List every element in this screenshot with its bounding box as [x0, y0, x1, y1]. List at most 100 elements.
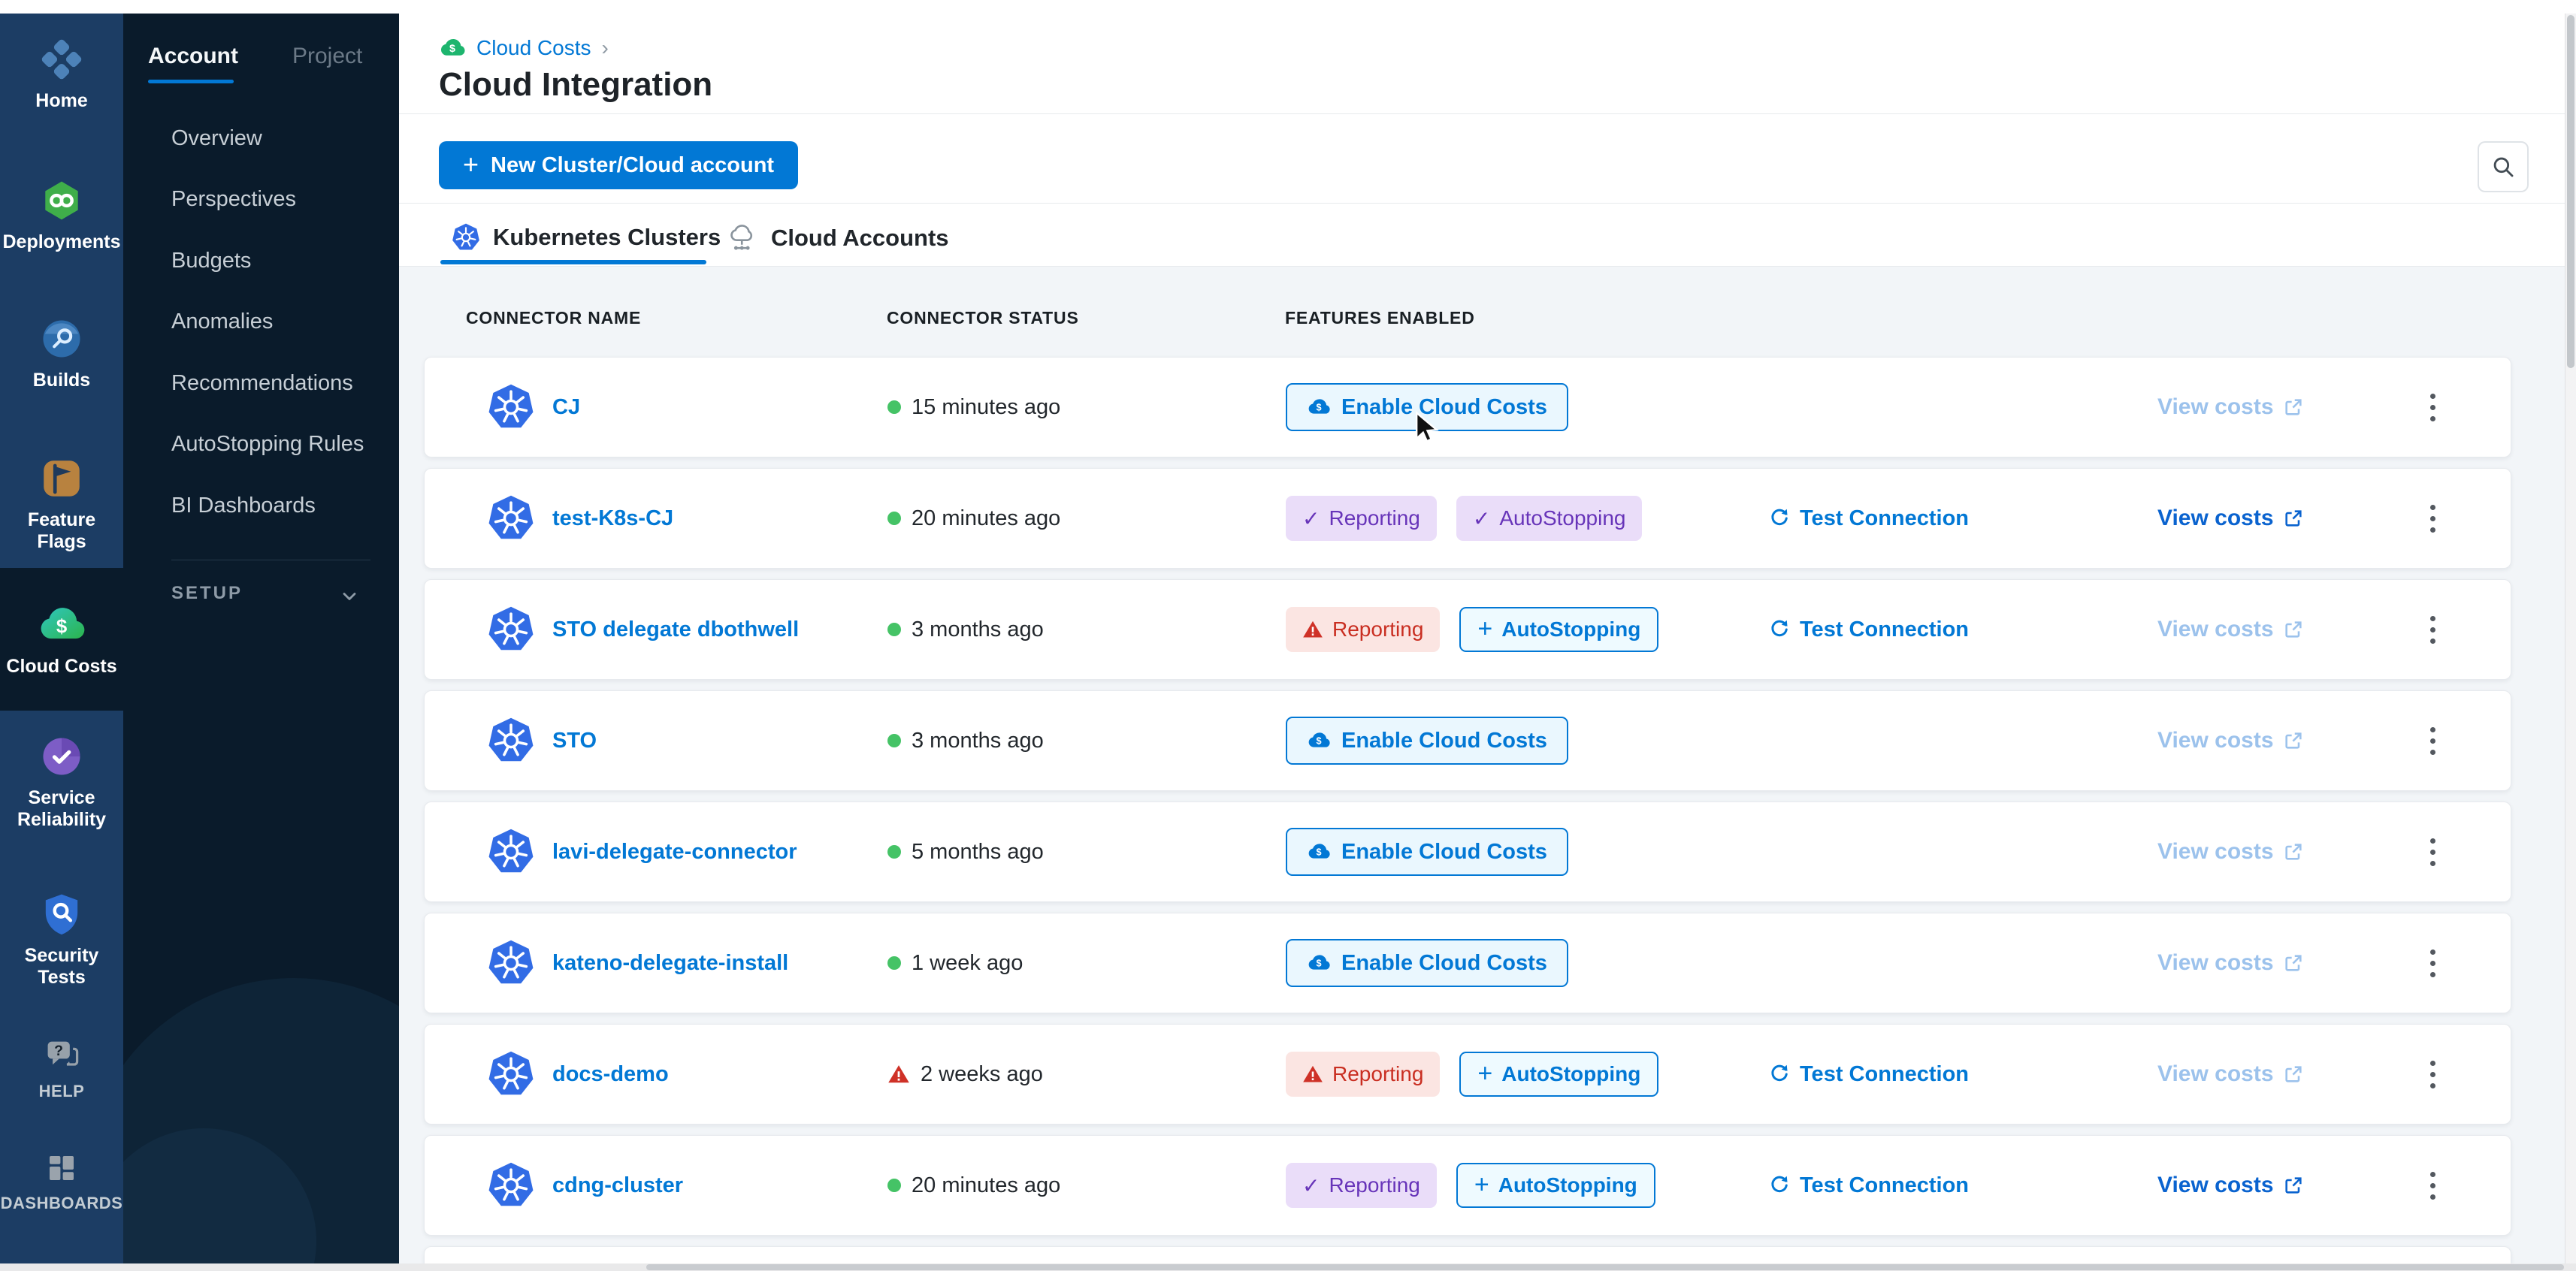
rail-item-deployments[interactable]: Deployments [0, 177, 123, 253]
chevron-down-icon[interactable] [339, 586, 360, 607]
new-cluster-cloud-account-button[interactable]: + New Cluster/Cloud account [439, 141, 798, 189]
test-connection-link[interactable]: Test Connection [1768, 469, 1969, 568]
horizontal-scrollbar-thumb[interactable] [646, 1264, 2564, 1270]
external-link-icon [2283, 619, 2304, 640]
cloud-dollar-icon [1307, 951, 1331, 975]
row-menu-kebab[interactable] [2417, 913, 2448, 1013]
sidebar-item-overview[interactable]: Overview [171, 126, 262, 151]
connector-name-link[interactable]: CJ [552, 358, 580, 457]
status-ok-dot [887, 845, 901, 859]
enable-cloud-costs-button[interactable]: Enable Cloud Costs [1286, 717, 1568, 765]
external-link-icon [2283, 841, 2304, 862]
view-costs-label: View costs [2157, 728, 2274, 753]
add-autostopping-button[interactable]: +AutoStopping [1459, 607, 1658, 652]
rail-item-cloud-costs[interactable]: $ Cloud Costs [0, 568, 123, 711]
search-button[interactable] [2478, 141, 2529, 192]
enable-cloud-costs-button[interactable]: Enable Cloud Costs [1286, 383, 1568, 431]
refresh-icon [1768, 618, 1791, 641]
status-text: 15 minutes ago [912, 395, 1060, 420]
status-ok-dot [887, 512, 901, 525]
cloud-costs-icon: $ [38, 602, 85, 648]
sidebar-item-budgets[interactable]: Budgets [171, 249, 251, 273]
view-costs-link[interactable]: View costs [2157, 913, 2304, 1013]
view-costs-label: View costs [2157, 617, 2274, 642]
view-costs-label: View costs [2157, 839, 2274, 865]
connector-name-link[interactable]: docs-demo [552, 1025, 669, 1124]
features-enabled-cell: Enable Cloud Costs [1286, 802, 1568, 901]
rail-item-feature-flags[interactable]: Feature Flags [0, 455, 123, 553]
rail-item-security-tests[interactable]: Security Tests [0, 891, 123, 989]
test-connection-link[interactable]: Test Connection [1768, 580, 1969, 679]
features-enabled-cell: Enable Cloud Costs [1286, 358, 1568, 457]
warning-icon [1302, 619, 1323, 640]
vertical-scrollbar-thumb[interactable] [2567, 15, 2574, 368]
rail-item-help[interactable]: ? HELP [0, 1035, 123, 1100]
service-reliability-icon [38, 733, 85, 780]
tab-kubernetes-clusters[interactable]: Kubernetes Clusters [451, 222, 721, 252]
test-connection-label: Test Connection [1800, 617, 1969, 642]
kubernetes-icon [486, 802, 536, 901]
view-costs-label: View costs [2157, 1173, 2274, 1198]
connector-name-link[interactable]: test-K8s-CJ [552, 469, 673, 568]
enable-cloud-costs-button[interactable]: Enable Cloud Costs [1286, 828, 1568, 876]
rail-item-dashboards[interactable]: DASHBOARDS [0, 1150, 123, 1212]
vertical-scrollbar[interactable] [2565, 14, 2576, 1263]
help-icon: ? [42, 1035, 81, 1074]
view-costs-link[interactable]: View costs [2157, 1136, 2304, 1235]
connector-name-link[interactable]: cdng-cluster [552, 1136, 683, 1235]
connector-status: 20 minutes ago [887, 1136, 1060, 1235]
breadcrumb-separator: › [602, 36, 609, 60]
row-menu-kebab[interactable] [2417, 580, 2448, 679]
connector-name-link[interactable]: kateno-delegate-install [552, 913, 788, 1013]
home-icon [38, 36, 85, 83]
view-costs-link[interactable]: View costs [2157, 1025, 2304, 1124]
add-autostopping-button[interactable]: +AutoStopping [1456, 1163, 1655, 1208]
row-menu-kebab[interactable] [2417, 358, 2448, 457]
rail-item-builds[interactable]: Builds [0, 315, 123, 391]
check-icon: ✓ [1473, 506, 1490, 531]
status-text: 5 months ago [912, 840, 1044, 865]
rail-item-service-reliability[interactable]: Service Reliability [0, 733, 123, 831]
builds-icon [38, 315, 85, 362]
page-title: Cloud Integration [439, 66, 712, 104]
setup-section-toggle[interactable]: SETUP [171, 583, 243, 604]
row-menu-kebab[interactable] [2417, 1025, 2448, 1124]
tab-account[interactable]: Account [148, 44, 238, 69]
row-menu-kebab[interactable] [2417, 1136, 2448, 1235]
connector-name-link[interactable]: STO delegate dbothwell [552, 580, 799, 679]
sidebar-item-autostopping-rules[interactable]: AutoStopping Rules [171, 432, 364, 457]
external-link-icon [2283, 952, 2304, 974]
sidebar-item-bi-dashboards[interactable]: BI Dashboards [171, 494, 316, 518]
connector-name-link[interactable]: STO [552, 691, 597, 790]
row-menu-kebab[interactable] [2417, 802, 2448, 901]
column-header-features-enabled: FEATURES ENABLED [1285, 308, 1475, 328]
connector-name-link[interactable]: lavi-delegate-connector [552, 802, 797, 901]
status-ok-dot [887, 956, 901, 970]
features-enabled-cell: Reporting+AutoStopping [1286, 580, 1658, 679]
status-text: 3 months ago [912, 617, 1044, 642]
horizontal-scrollbar[interactable] [0, 1263, 2576, 1271]
sidebar-item-perspectives[interactable]: Perspectives [171, 187, 296, 212]
view-costs-link[interactable]: View costs [2157, 802, 2304, 901]
tab-project[interactable]: Project [292, 44, 362, 69]
view-costs-link[interactable]: View costs [2157, 358, 2304, 457]
breadcrumb-cloud-costs-link[interactable]: Cloud Costs [476, 36, 591, 60]
sidebar-item-anomalies[interactable]: Anomalies [171, 309, 273, 334]
tab-cloud-accounts[interactable]: Cloud Accounts [727, 222, 949, 254]
view-costs-link[interactable]: View costs [2157, 580, 2304, 679]
test-connection-link[interactable]: Test Connection [1768, 1136, 1969, 1235]
test-connection-link[interactable]: Test Connection [1768, 1025, 1969, 1124]
rail-item-home[interactable]: Home [0, 36, 123, 112]
refresh-icon [1768, 1174, 1791, 1197]
row-menu-kebab[interactable] [2417, 469, 2448, 568]
view-costs-link[interactable]: View costs [2157, 469, 2304, 568]
row-menu-kebab[interactable] [2417, 691, 2448, 790]
dashboards-icon [44, 1150, 80, 1186]
view-costs-link[interactable]: View costs [2157, 691, 2304, 790]
add-autostopping-button[interactable]: +AutoStopping [1459, 1052, 1658, 1097]
table-row: STO delegate dbothwell 3 months ago Repo… [424, 579, 2511, 680]
kubernetes-icon [486, 1136, 536, 1235]
enable-cloud-costs-button[interactable]: Enable Cloud Costs [1286, 939, 1568, 987]
sidebar-item-recommendations[interactable]: Recommendations [171, 371, 353, 396]
cloud-dollar-icon [1307, 729, 1331, 753]
